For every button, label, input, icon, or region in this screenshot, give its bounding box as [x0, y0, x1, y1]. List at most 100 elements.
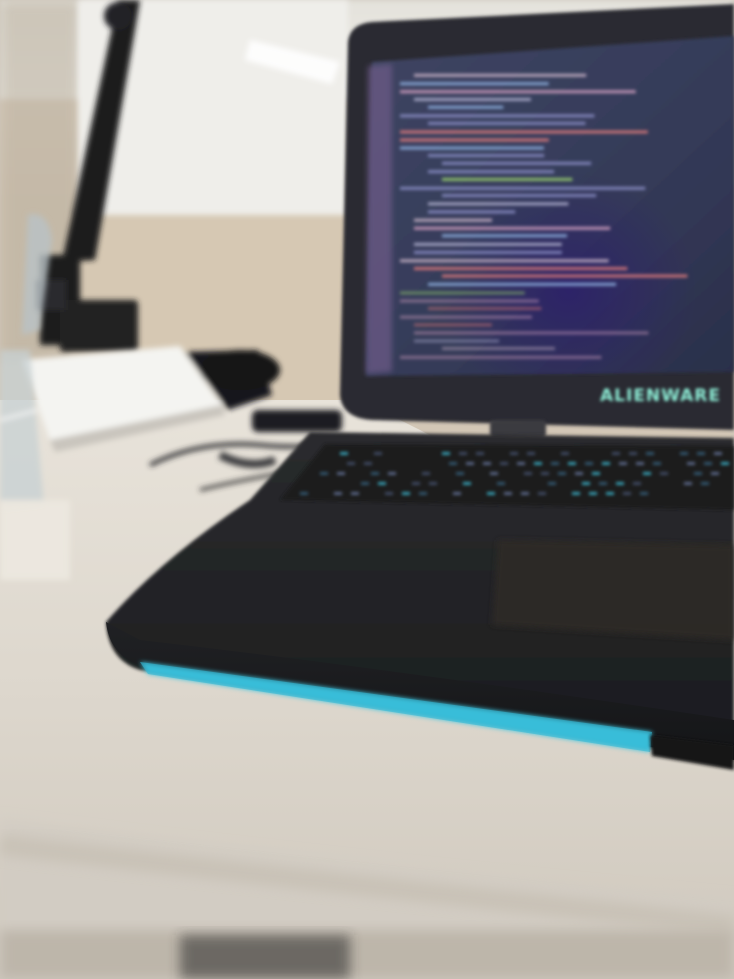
- keyboard-key: [361, 482, 369, 485]
- keyboard-key: [572, 492, 580, 495]
- keyboard-key: [388, 472, 396, 475]
- keyboard-key: [684, 482, 692, 485]
- keyboard-key: [334, 492, 342, 495]
- code-line: [414, 242, 562, 246]
- code-line: [428, 306, 542, 311]
- code-line: [400, 146, 544, 150]
- keyboard-key: [521, 492, 529, 495]
- keyboard-key: [602, 462, 610, 465]
- keyboard-key: [378, 482, 386, 485]
- keyboard-key: [364, 462, 372, 465]
- keyboard-key: [490, 472, 498, 475]
- keyboard-key: [429, 482, 437, 485]
- code-line: [414, 218, 493, 222]
- code-line: [400, 138, 549, 142]
- code-line: [428, 210, 516, 214]
- keyboard-key: [561, 452, 569, 455]
- keyboard-key: [616, 482, 624, 485]
- keyboard-key: [534, 462, 542, 465]
- code-line: [428, 105, 504, 109]
- keyboard-key: [459, 452, 467, 455]
- keyboard-key: [300, 492, 308, 495]
- code-line: [414, 266, 628, 271]
- keyboard-key: [592, 472, 600, 475]
- keyboard-key: [340, 452, 348, 455]
- keyboard-key: [636, 462, 644, 465]
- keyboard-key: [701, 482, 709, 485]
- keyboard-key: [351, 492, 359, 495]
- keyboard: [280, 444, 734, 510]
- code-line: [400, 82, 549, 86]
- keyboard-key: [687, 462, 695, 465]
- keyboard-key: [646, 452, 654, 455]
- keyboard-key: [575, 472, 583, 475]
- code-line: [414, 226, 611, 230]
- code-line: [414, 323, 492, 327]
- keyboard-key: [697, 452, 705, 455]
- code-line: [414, 250, 562, 255]
- keyboard-key: [347, 462, 355, 465]
- keyboard-key: [606, 492, 614, 495]
- keyboard-key: [476, 452, 484, 455]
- keyboard-key: [568, 462, 576, 465]
- keyboard-key: [612, 452, 620, 455]
- keyboard-key: [419, 492, 427, 495]
- keyboard-key: [497, 482, 505, 485]
- code-line: [442, 346, 555, 351]
- code-line: [442, 234, 567, 238]
- keyboard-key: [619, 462, 627, 465]
- code-line: [400, 315, 532, 319]
- keyboard-key: [371, 472, 379, 475]
- alienware-logo: ALIENWARE: [600, 386, 721, 406]
- keyboard-key: [694, 472, 702, 475]
- keyboard-key: [510, 452, 518, 455]
- code-line: [428, 202, 569, 206]
- keyboard-key: [714, 452, 722, 455]
- keyboard-key: [422, 472, 430, 475]
- code-line: [428, 121, 586, 125]
- keyboard-key: [517, 462, 525, 465]
- code-line: [400, 291, 525, 295]
- code-line: [428, 170, 555, 174]
- keyboard-key: [629, 452, 637, 455]
- keyboard-key: [653, 462, 661, 465]
- code-line: [414, 331, 649, 335]
- keyboard-key: [643, 472, 651, 475]
- code-line: [414, 73, 587, 77]
- keyboard-key: [463, 482, 471, 485]
- keyboard-key: [466, 462, 474, 465]
- code-line: [400, 299, 539, 303]
- keyboard-key: [412, 482, 420, 485]
- keyboard-key: [558, 472, 566, 475]
- photo-svg: ALIENWARE: [0, 0, 734, 979]
- keyboard-key: [551, 462, 559, 465]
- keyboard-key: [633, 482, 641, 485]
- code-line: [400, 259, 609, 263]
- keyboard-key: [711, 472, 719, 475]
- keyboard-key: [548, 482, 556, 485]
- keyboard-key: [721, 462, 729, 465]
- keyboard-key: [500, 462, 508, 465]
- keyboard-key: [320, 472, 328, 475]
- code-line: [414, 97, 531, 102]
- keyboard-key: [704, 462, 712, 465]
- code-line: [400, 186, 646, 190]
- code-line: [442, 193, 597, 198]
- keyboard-key: [487, 492, 495, 495]
- keyboard-key: [623, 492, 631, 495]
- code-line: [428, 282, 617, 286]
- keyboard-key: [680, 452, 688, 455]
- keyboard-key: [589, 492, 597, 495]
- keyboard-key: [385, 492, 393, 495]
- keyboard-key: [402, 492, 410, 495]
- keyboard-key: [337, 472, 345, 475]
- keyboard-key: [504, 492, 512, 495]
- code-line: [442, 274, 688, 278]
- code-line: [428, 153, 545, 158]
- laptop-lid: ALIENWARE: [340, 4, 734, 438]
- code-line: [400, 90, 636, 94]
- keyboard-key: [640, 492, 648, 495]
- keyboard-key: [527, 452, 535, 455]
- keyboard-key: [442, 452, 450, 455]
- keyboard-key: [599, 482, 607, 485]
